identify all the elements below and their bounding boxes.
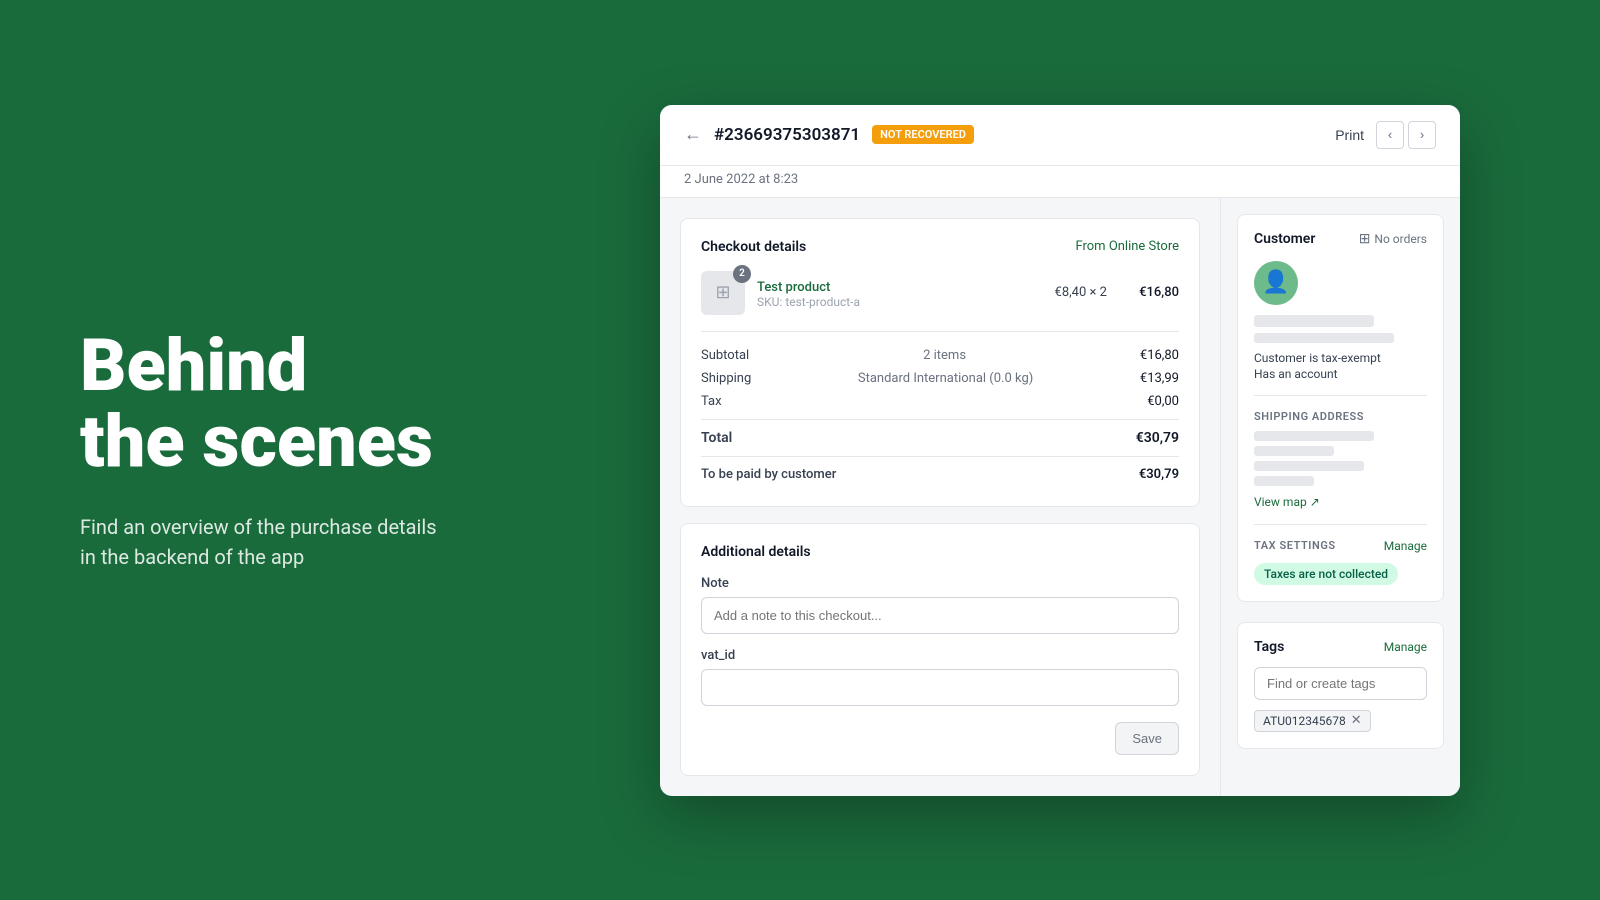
address-line-4 — [1254, 476, 1314, 486]
address-line-1 — [1254, 431, 1374, 441]
order-date: 2 June 2022 at 8:23 — [660, 166, 1460, 198]
vat-input[interactable]: ATU012345678 — [701, 669, 1179, 706]
tax-row: Tax €0,00 — [701, 390, 1179, 413]
product-sku: SKU: test-product-a — [757, 295, 1043, 309]
vat-label: vat_id — [701, 648, 1179, 663]
subtotal-row: Subtotal 2 items €16,80 — [701, 344, 1179, 367]
checkout-title: Checkout details From Online Store — [701, 239, 1179, 255]
checkout-card: Checkout details From Online Store ⊞ 2 T… — [680, 218, 1200, 507]
no-orders: ⊞ No orders — [1359, 231, 1427, 247]
product-total: €16,80 — [1119, 285, 1179, 300]
customer-section: Customer ⊞ No orders 👤 Customer is tax-e… — [1237, 214, 1444, 602]
shipping-address-title: SHIPPING ADDRESS — [1254, 410, 1427, 423]
customer-header: Customer ⊞ No orders — [1254, 231, 1427, 247]
address-line-3 — [1254, 461, 1364, 471]
next-button[interactable]: › — [1408, 121, 1436, 149]
product-info: Test product SKU: test-product-a — [757, 276, 1043, 309]
headline: Behind the scenes — [80, 328, 440, 479]
tag-list: ATU012345678 ✕ — [1254, 710, 1427, 732]
tag-remove-button[interactable]: ✕ — [1351, 714, 1362, 727]
tags-manage-link[interactable]: Manage — [1384, 640, 1427, 654]
tax-badge: Taxes are not collected — [1254, 563, 1398, 585]
print-button[interactable]: Print — [1335, 127, 1364, 143]
product-quantity-badge: 2 — [733, 265, 751, 283]
prev-button[interactable]: ‹ — [1376, 121, 1404, 149]
modal-body: Checkout details From Online Store ⊞ 2 T… — [660, 198, 1460, 796]
left-panel: Behind the scenes Find an overview of th… — [0, 268, 520, 631]
total-row: Total €30,79 — [701, 419, 1179, 450]
nav-buttons: ‹ › — [1376, 121, 1436, 149]
modal-header: ← #23669375303871 Not Recovered Print ‹ … — [660, 105, 1460, 166]
tags-input[interactable] — [1254, 667, 1427, 700]
description: Find an overview of the purchase details… — [80, 512, 440, 572]
back-button[interactable]: ← — [684, 124, 702, 145]
status-badge: Not Recovered — [872, 125, 974, 144]
tax-manage-link[interactable]: Manage — [1384, 539, 1427, 553]
header-right: Print ‹ › — [1335, 121, 1436, 149]
main-content: Checkout details From Online Store ⊞ 2 T… — [660, 198, 1220, 796]
address-line-2 — [1254, 446, 1334, 456]
customer-avatar: 👤 — [1254, 261, 1298, 305]
customer-name-blurred — [1254, 315, 1374, 327]
external-link-icon: ↗ — [1310, 495, 1320, 509]
order-modal: ← #23669375303871 Not Recovered Print ‹ … — [660, 105, 1460, 796]
note-input[interactable] — [701, 597, 1179, 634]
tags-title: Tags — [1254, 639, 1284, 655]
save-button[interactable]: Save — [1115, 722, 1179, 755]
product-row: ⊞ 2 Test product SKU: test-product-a €8,… — [701, 271, 1179, 315]
tags-header: Tags Manage — [1254, 639, 1427, 655]
product-unit-price: €8,40 × 2 — [1055, 285, 1107, 300]
right-panel: ← #23669375303871 Not Recovered Print ‹ … — [520, 85, 1600, 816]
sidebar: Customer ⊞ No orders 👤 Customer is tax-e… — [1220, 198, 1460, 796]
tag-item: ATU012345678 ✕ — [1254, 710, 1371, 732]
additional-card: Additional details Note vat_id ATU012345… — [680, 523, 1200, 776]
header-left: ← #23669375303871 Not Recovered — [684, 124, 974, 145]
product-image: ⊞ 2 — [701, 271, 745, 315]
customer-tax-exempt: Customer is tax-exempt — [1254, 351, 1427, 365]
note-label: Note — [701, 576, 1179, 591]
tags-section: Tags Manage ATU012345678 ✕ — [1237, 622, 1444, 749]
customer-has-account: Has an account — [1254, 367, 1427, 381]
order-id: #23669375303871 — [714, 125, 860, 145]
additional-title: Additional details — [701, 544, 1179, 560]
view-map-link[interactable]: View map ↗ — [1254, 495, 1320, 509]
image-icon: ⊞ — [715, 282, 730, 303]
customer-title: Customer — [1254, 231, 1315, 247]
tax-settings-title: TAX SETTINGS — [1254, 539, 1336, 552]
from-source: From Online Store — [1075, 239, 1179, 254]
to-pay-row: To be paid by customer €30,79 — [701, 456, 1179, 486]
avatar-icon: 👤 — [1262, 270, 1289, 295]
tax-settings-header: TAX SETTINGS Manage — [1254, 539, 1427, 553]
product-name[interactable]: Test product — [757, 280, 830, 295]
shipping-row: Shipping Standard International (0.0 kg)… — [701, 367, 1179, 390]
customer-email-blurred — [1254, 333, 1394, 343]
